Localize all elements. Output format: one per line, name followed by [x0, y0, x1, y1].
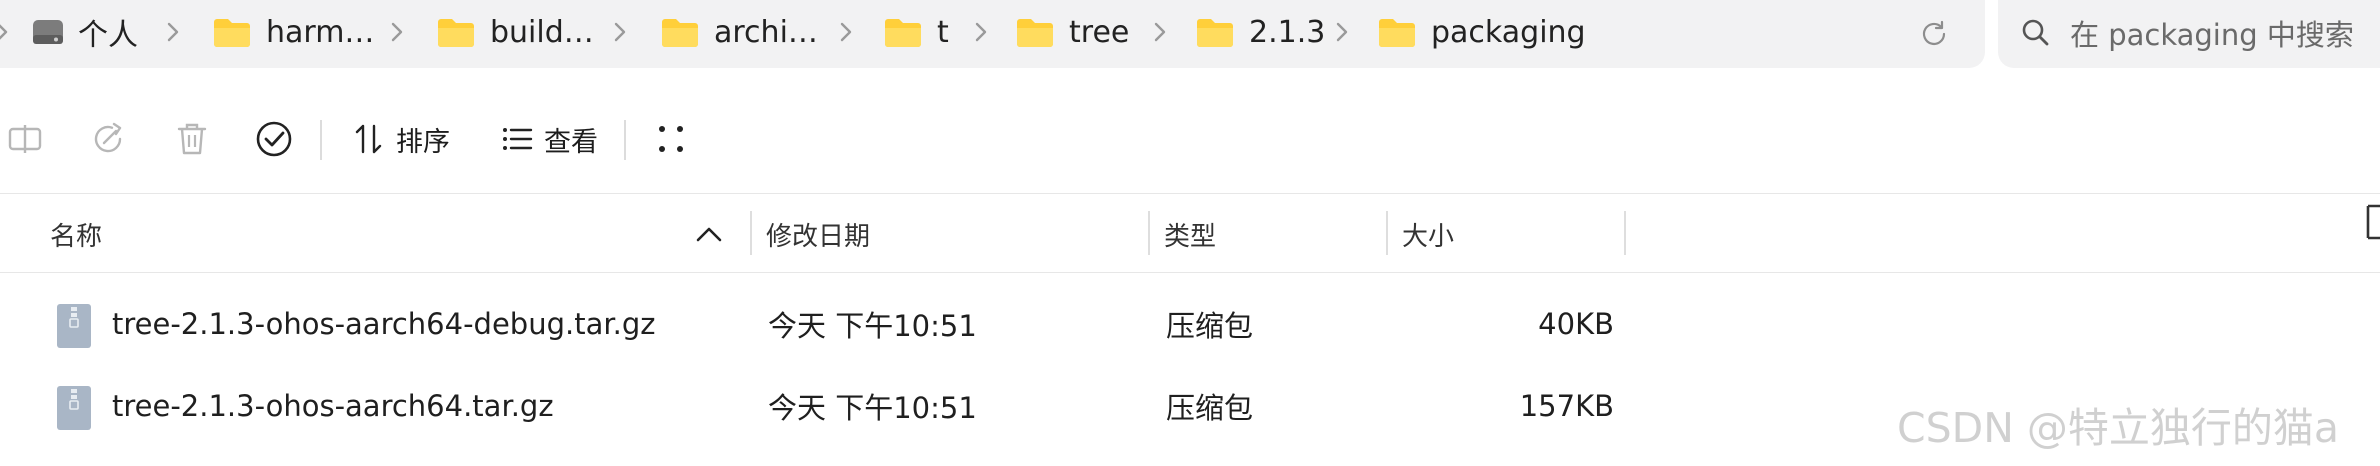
- chevron-right-icon: [1150, 20, 1170, 44]
- file-manager-window: 个人 harm… build… archi… t tree 2.1.3 pack…: [0, 0, 2380, 466]
- breadcrumb-label: tree: [1069, 14, 1130, 50]
- column-header-label: 类型: [1164, 221, 1217, 252]
- search-box[interactable]: 在 packaging 中搜索: [1998, 0, 2380, 68]
- file-name: tree-2.1.3-ohos-aarch64-debug.tar.gz: [112, 307, 656, 341]
- search-icon: [2022, 19, 2049, 46]
- breadcrumb-label: t: [937, 14, 949, 50]
- column-divider[interactable]: [1148, 211, 1150, 255]
- column-header-size[interactable]: 大小: [1402, 195, 1454, 273]
- column-divider[interactable]: [1386, 211, 1388, 255]
- breadcrumb-item[interactable]: harm…: [212, 0, 374, 64]
- table-row[interactable]: tree-2.1.3-ohos-aarch64-debug.tar.gz 今天 …: [0, 283, 2380, 365]
- breadcrumb-label: 个人: [78, 18, 138, 53]
- address-bar[interactable]: 个人 harm… build… archi… t tree 2.1.3 pack…: [0, 0, 1985, 68]
- chevron-right-icon: [1332, 20, 1352, 44]
- sort-icon: [355, 124, 382, 154]
- archive-file-icon: [57, 386, 91, 430]
- chevron-right-icon: [971, 20, 991, 44]
- select-check-icon[interactable]: [254, 119, 294, 159]
- column-header-label: 名称: [50, 221, 103, 252]
- folder-icon: [438, 19, 474, 47]
- column-divider[interactable]: [750, 211, 752, 255]
- breadcrumb-label: harm…: [266, 14, 375, 50]
- breadcrumb-item[interactable]: archi…: [660, 0, 818, 64]
- chevron-right-icon: [0, 20, 12, 44]
- file-size: 157KB: [1519, 389, 1614, 423]
- breadcrumb-item[interactable]: t: [883, 0, 949, 64]
- toolbar-divider: [320, 120, 322, 160]
- chevron-right-icon: [836, 20, 856, 44]
- chevron-right-icon: [387, 20, 407, 44]
- breadcrumb-root[interactable]: 个人: [32, 0, 138, 64]
- file-type: 压缩包: [1166, 309, 1254, 343]
- folder-icon: [1379, 19, 1415, 47]
- toolbar-divider: [624, 120, 626, 160]
- list-view-icon: [503, 128, 533, 150]
- delete-icon[interactable]: [172, 119, 212, 159]
- column-divider[interactable]: [1624, 211, 1626, 255]
- column-header-label: 大小: [1402, 221, 1455, 252]
- folder-icon: [1197, 19, 1233, 47]
- file-modified: 今天 下午10:51: [768, 309, 977, 343]
- folder-icon: [885, 19, 921, 47]
- file-size: 40KB: [1538, 307, 1614, 341]
- breadcrumb-label: packaging: [1431, 14, 1586, 50]
- chevron-right-icon: [610, 20, 630, 44]
- sort-button[interactable]: 排序: [352, 114, 450, 164]
- folder-icon: [1017, 19, 1053, 47]
- chevron-up-icon[interactable]: [694, 221, 724, 247]
- column-header-name[interactable]: 名称: [50, 195, 102, 273]
- more-options-icon[interactable]: [652, 119, 692, 159]
- view-label: 查看: [544, 126, 598, 158]
- file-modified: 今天 下午10:51: [768, 391, 977, 425]
- breadcrumb-label: build…: [490, 14, 594, 50]
- column-header-label: 修改日期: [766, 221, 871, 252]
- folder-icon: [662, 19, 698, 47]
- column-header-type[interactable]: 类型: [1164, 195, 1216, 273]
- split-view-icon[interactable]: [6, 119, 46, 159]
- breadcrumb-item[interactable]: 2.1.3: [1195, 0, 1325, 64]
- breadcrumb-current[interactable]: packaging: [1377, 0, 1586, 64]
- sort-label: 排序: [396, 126, 450, 158]
- search-input[interactable]: 在 packaging 中搜索: [2070, 12, 2354, 54]
- breadcrumb-item[interactable]: build…: [436, 0, 594, 64]
- file-type: 压缩包: [1166, 391, 1254, 425]
- folder-icon: [214, 19, 250, 47]
- view-button[interactable]: 查看: [500, 114, 598, 164]
- breadcrumb-label: archi…: [714, 14, 818, 50]
- archive-file-icon: [57, 304, 91, 348]
- column-header-modified[interactable]: 修改日期: [766, 195, 870, 273]
- refresh-icon[interactable]: [1917, 17, 1951, 51]
- chevron-right-icon: [163, 20, 183, 44]
- drive-icon: [33, 20, 63, 44]
- toolbar: 排序 查看: [0, 84, 2380, 240]
- watermark: CSDN @特立独行的猫a: [1897, 404, 2340, 452]
- breadcrumb-label: 2.1.3: [1249, 14, 1326, 50]
- share-icon[interactable]: [88, 119, 128, 159]
- file-name: tree-2.1.3-ohos-aarch64.tar.gz: [112, 389, 554, 423]
- table-header: 名称 修改日期 类型 大小: [0, 195, 2380, 273]
- breadcrumb-item[interactable]: tree: [1015, 0, 1129, 64]
